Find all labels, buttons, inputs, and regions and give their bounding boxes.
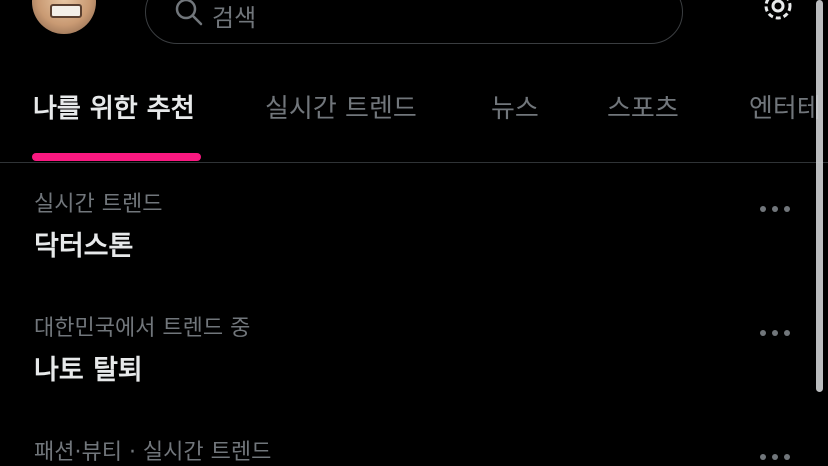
tab-for-you[interactable]: 나를 위한 추천 — [33, 88, 195, 125]
search-placeholder: 검색 — [212, 4, 257, 32]
trend-meta: 실시간 트렌드 — [34, 192, 163, 217]
dot — [784, 454, 790, 460]
gear-icon[interactable] — [758, 0, 798, 26]
dot — [760, 330, 766, 336]
trend-meta: 대한민국에서 트렌드 중 — [34, 316, 251, 341]
dot — [784, 330, 790, 336]
dot — [760, 206, 766, 212]
tab-bar: 나를 위한 추천 실시간 트렌드 뉴스 스포츠 엔터테 — [0, 88, 828, 162]
more-options-icon[interactable] — [760, 330, 790, 338]
divider — [0, 162, 828, 163]
active-tab-indicator — [32, 153, 201, 161]
more-options-icon[interactable] — [760, 454, 790, 462]
avatar[interactable] — [32, 0, 96, 34]
more-options-icon[interactable] — [760, 206, 790, 214]
trend-name: 나토 탈퇴 — [34, 355, 143, 386]
search-input[interactable]: 검색 — [145, 0, 683, 44]
trend-name: 닥터스톤 — [34, 231, 134, 262]
tab-sports[interactable]: 스포츠 — [607, 88, 679, 125]
dot — [760, 454, 766, 460]
dot — [772, 206, 778, 212]
avatar-image-detail — [50, 4, 82, 18]
search-icon — [175, 0, 203, 26]
scrollbar[interactable] — [816, 0, 823, 392]
tab-news[interactable]: 뉴스 — [491, 88, 539, 125]
tab-trending[interactable]: 실시간 트렌드 — [265, 88, 417, 125]
dot — [772, 454, 778, 460]
dot — [772, 330, 778, 336]
dot — [784, 206, 790, 212]
tab-entertainment[interactable]: 엔터테 — [749, 88, 821, 125]
trend-meta: 패션·뷰티 · 실시간 트렌드 — [34, 440, 272, 465]
